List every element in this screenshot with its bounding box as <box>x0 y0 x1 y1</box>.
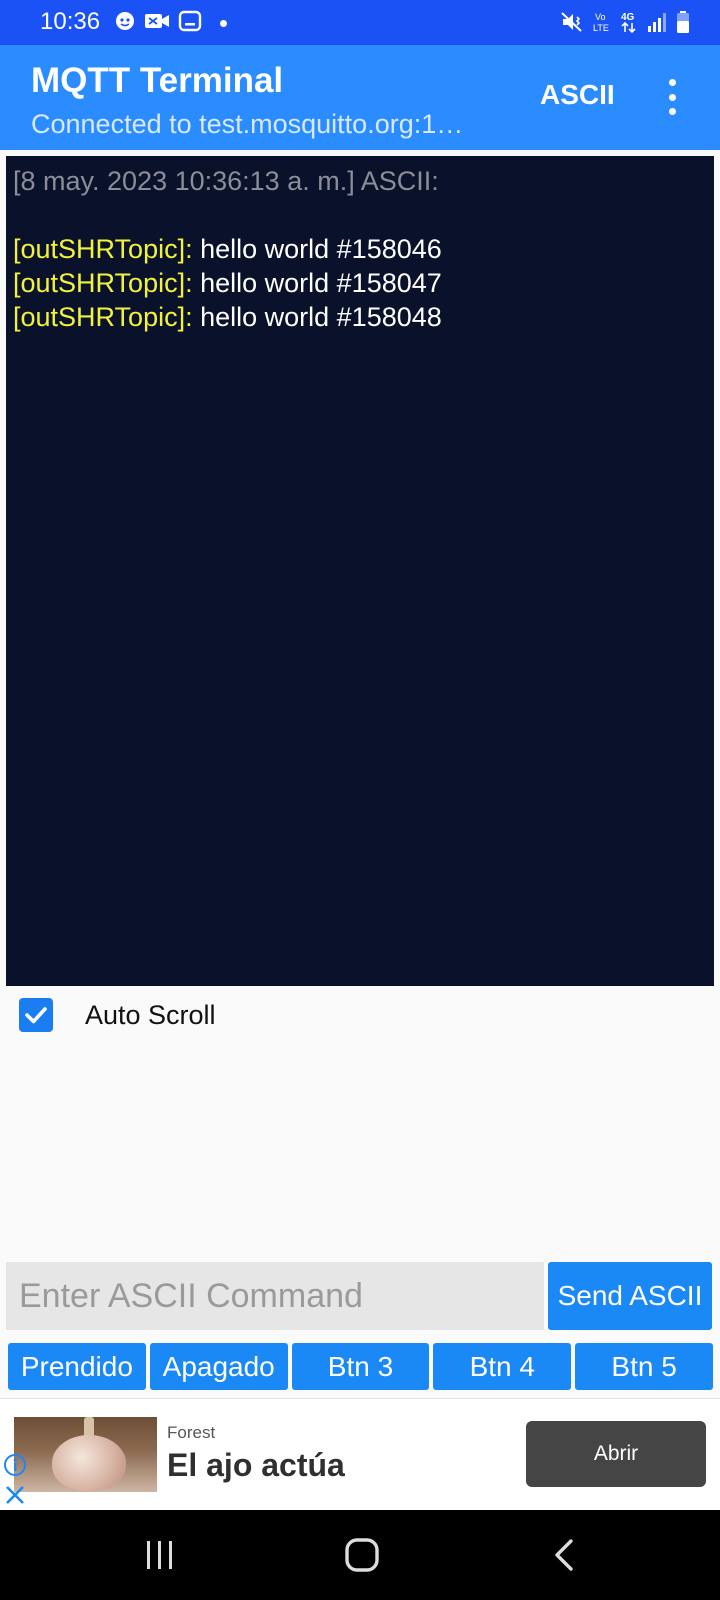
connection-status: Connected to test.mosquitto.org:1… <box>31 109 464 139</box>
navigation-bar <box>0 1510 720 1600</box>
topic-label: [outSHRTopic]: <box>13 302 193 332</box>
more-options-icon[interactable] <box>662 79 682 115</box>
macro-button-prendido[interactable]: Prendido <box>8 1343 146 1390</box>
ad-source: Forest <box>167 1423 216 1442</box>
back-icon[interactable] <box>552 1538 576 1577</box>
home-icon[interactable] <box>344 1537 380 1578</box>
message-text: hello world #158046 <box>192 234 442 264</box>
4g-data-icon: 4G <box>620 10 638 39</box>
app-title: MQTT Terminal <box>31 61 284 100</box>
terminal-line: [outSHRTopic]: hello world #158047 <box>13 266 707 300</box>
ascii-mode-button[interactable]: ASCII <box>540 79 615 111</box>
battery-icon <box>676 10 690 39</box>
checkmark-icon <box>25 1007 47 1024</box>
dot-icon <box>220 20 227 27</box>
mute-vibrate-icon <box>560 10 584 39</box>
ad-banner[interactable]: Forest El ajo actúa Abrir <box>0 1398 720 1510</box>
terminal-output[interactable]: [8 may. 2023 10:36:13 a. m.] ASCII: [out… <box>6 156 714 986</box>
svg-text:4G: 4G <box>621 12 635 23</box>
macro-button-apagado[interactable]: Apagado <box>149 1343 288 1390</box>
status-time: 10:36 <box>40 8 101 35</box>
macro-button-5[interactable]: Btn 5 <box>575 1343 713 1390</box>
terminal-timestamp-header: [8 may. 2023 10:36:13 a. m.] ASCII: <box>13 166 439 196</box>
autoscroll-checkbox[interactable] <box>19 998 53 1032</box>
signal-icon <box>647 11 667 38</box>
face-notification-icon <box>114 10 136 37</box>
macro-button-3[interactable]: Btn 3 <box>291 1343 430 1390</box>
autoscroll-label: Auto Scroll <box>85 999 216 1030</box>
terminal-line: [outSHRTopic]: hello world #158048 <box>13 300 707 334</box>
garlic-image <box>52 1435 126 1491</box>
ad-info-icon[interactable] <box>3 1453 27 1482</box>
video-call-icon <box>144 11 170 36</box>
svg-text:Vo: Vo <box>595 12 606 22</box>
ad-close-icon[interactable] <box>4 1484 26 1511</box>
svg-text:LTE: LTE <box>593 23 609 33</box>
ad-open-button[interactable]: Abrir <box>526 1421 706 1487</box>
message-text: hello world #158048 <box>192 302 442 332</box>
autoscroll-toggle[interactable]: Auto Scroll <box>19 998 216 1032</box>
topic-label: [outSHRTopic]: <box>13 234 193 264</box>
macro-button-row: Prendido Apagado Btn 3 Btn 4 Btn 5 <box>8 1343 713 1390</box>
terminal-line: [outSHRTopic]: hello world #158046 <box>13 232 707 266</box>
recents-icon[interactable] <box>144 1540 176 1575</box>
topic-label: [outSHRTopic]: <box>13 268 193 298</box>
message-text: hello world #158047 <box>192 268 442 298</box>
macro-button-4[interactable]: Btn 4 <box>433 1343 572 1390</box>
ad-image[interactable] <box>14 1417 157 1492</box>
status-bar: 10:36 Vo LTE 4G <box>0 0 720 45</box>
send-ascii-button[interactable]: Send ASCII <box>548 1262 712 1330</box>
status-left-icons <box>114 10 227 37</box>
status-right-icons: Vo LTE 4G <box>560 10 690 39</box>
ad-headline[interactable]: El ajo actúa <box>167 1447 345 1484</box>
tablet-icon <box>178 10 202 37</box>
volte-icon: Vo LTE <box>593 10 611 39</box>
app-bar: MQTT Terminal Connected to test.mosquitt… <box>0 45 720 150</box>
command-input[interactable] <box>6 1262 544 1330</box>
